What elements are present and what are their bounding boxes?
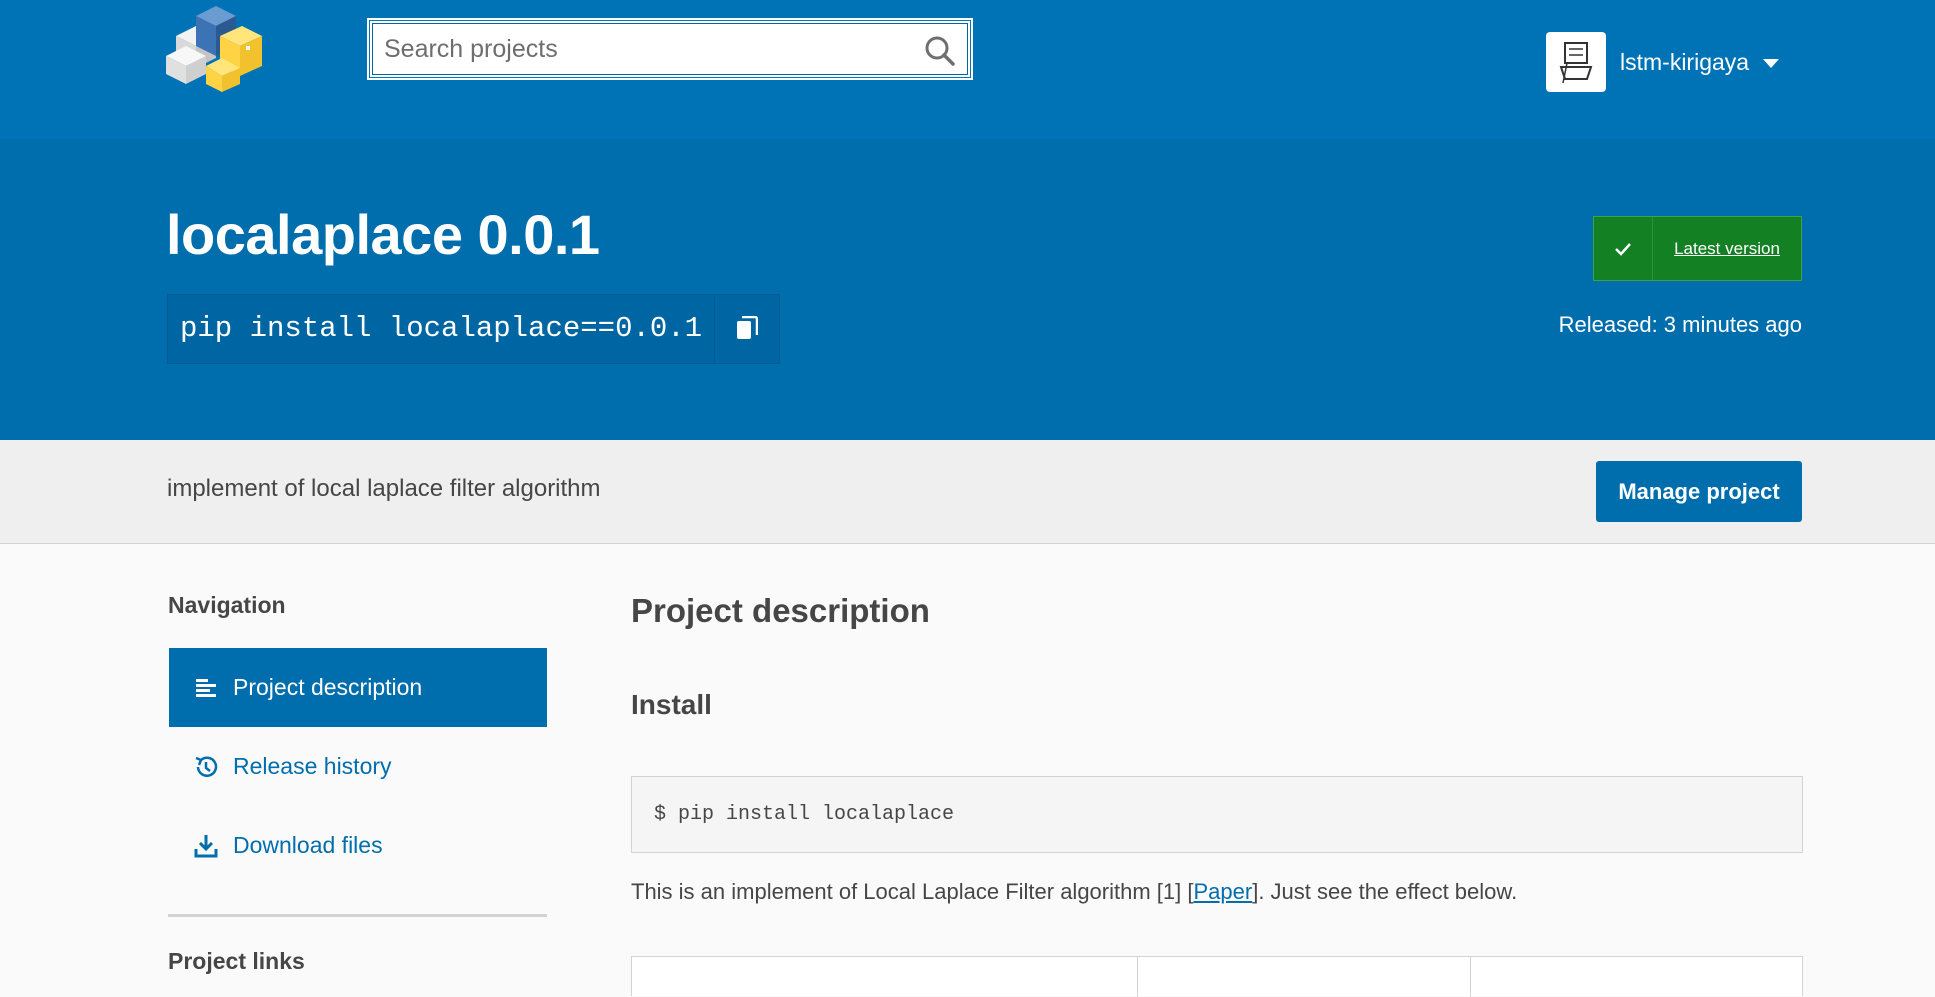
pip-command[interactable]: pip install localaplace==0.0.1 (168, 295, 714, 363)
description-paragraph: This is an implement of Local Laplace Fi… (631, 879, 1517, 905)
sidebar-item-label: Project description (233, 674, 423, 700)
copy-button[interactable] (714, 295, 779, 363)
sidebar-item-download-files[interactable]: Download files (169, 806, 547, 885)
chevron-down-icon (1763, 58, 1780, 68)
sidebar-item-label: Release history (233, 753, 392, 779)
avatar (1546, 32, 1606, 92)
package-title: localaplace 0.0.1 (166, 203, 600, 266)
sidebar-item-label: Download files (233, 832, 383, 858)
package-banner (0, 139, 1935, 440)
user-menu[interactable]: lstm-kirigaya (1546, 32, 1780, 92)
sidebar-item-project-description[interactable]: Project description (169, 648, 547, 727)
search-box (367, 18, 973, 80)
effect-table (631, 956, 1803, 997)
package-summary: implement of local laplace filter algori… (167, 475, 601, 502)
sidebar-item-release-history[interactable]: Release history (169, 727, 547, 806)
history-icon (193, 754, 219, 780)
sidebar-divider (168, 914, 547, 917)
search-input[interactable] (372, 23, 912, 75)
project-links-heading: Project links (168, 948, 305, 974)
search-button[interactable] (922, 33, 958, 69)
navigation-heading: Navigation (168, 592, 286, 618)
download-icon (193, 833, 219, 859)
paragraph-text: ]. Just see the effect below. (1252, 879, 1518, 904)
latest-version-link[interactable]: Latest version (1653, 217, 1801, 280)
table-column-divider (1137, 957, 1138, 997)
project-description-title: Project description (631, 592, 930, 629)
pypi-logo[interactable] (166, 6, 268, 94)
table-column-divider (1470, 957, 1471, 997)
install-heading: Install (631, 689, 712, 720)
manage-project-button[interactable]: Manage project (1596, 461, 1802, 522)
username: lstm-kirigaya (1620, 48, 1750, 75)
pip-command-box: pip install localaplace==0.0.1 (167, 294, 781, 364)
paragraph-text: This is an implement of Local Laplace Fi… (631, 879, 1194, 904)
align-left-icon (193, 675, 219, 701)
paper-link[interactable]: Paper (1193, 879, 1252, 904)
install-code-block: $ pip install localaplace (631, 776, 1803, 853)
avatar-icon (1559, 42, 1593, 84)
search-icon (925, 36, 955, 66)
check-icon (1594, 217, 1653, 280)
copy-icon (737, 316, 759, 339)
release-date: Released: 3 minutes ago (1558, 312, 1802, 337)
latest-version-badge[interactable]: Latest version (1593, 216, 1802, 281)
